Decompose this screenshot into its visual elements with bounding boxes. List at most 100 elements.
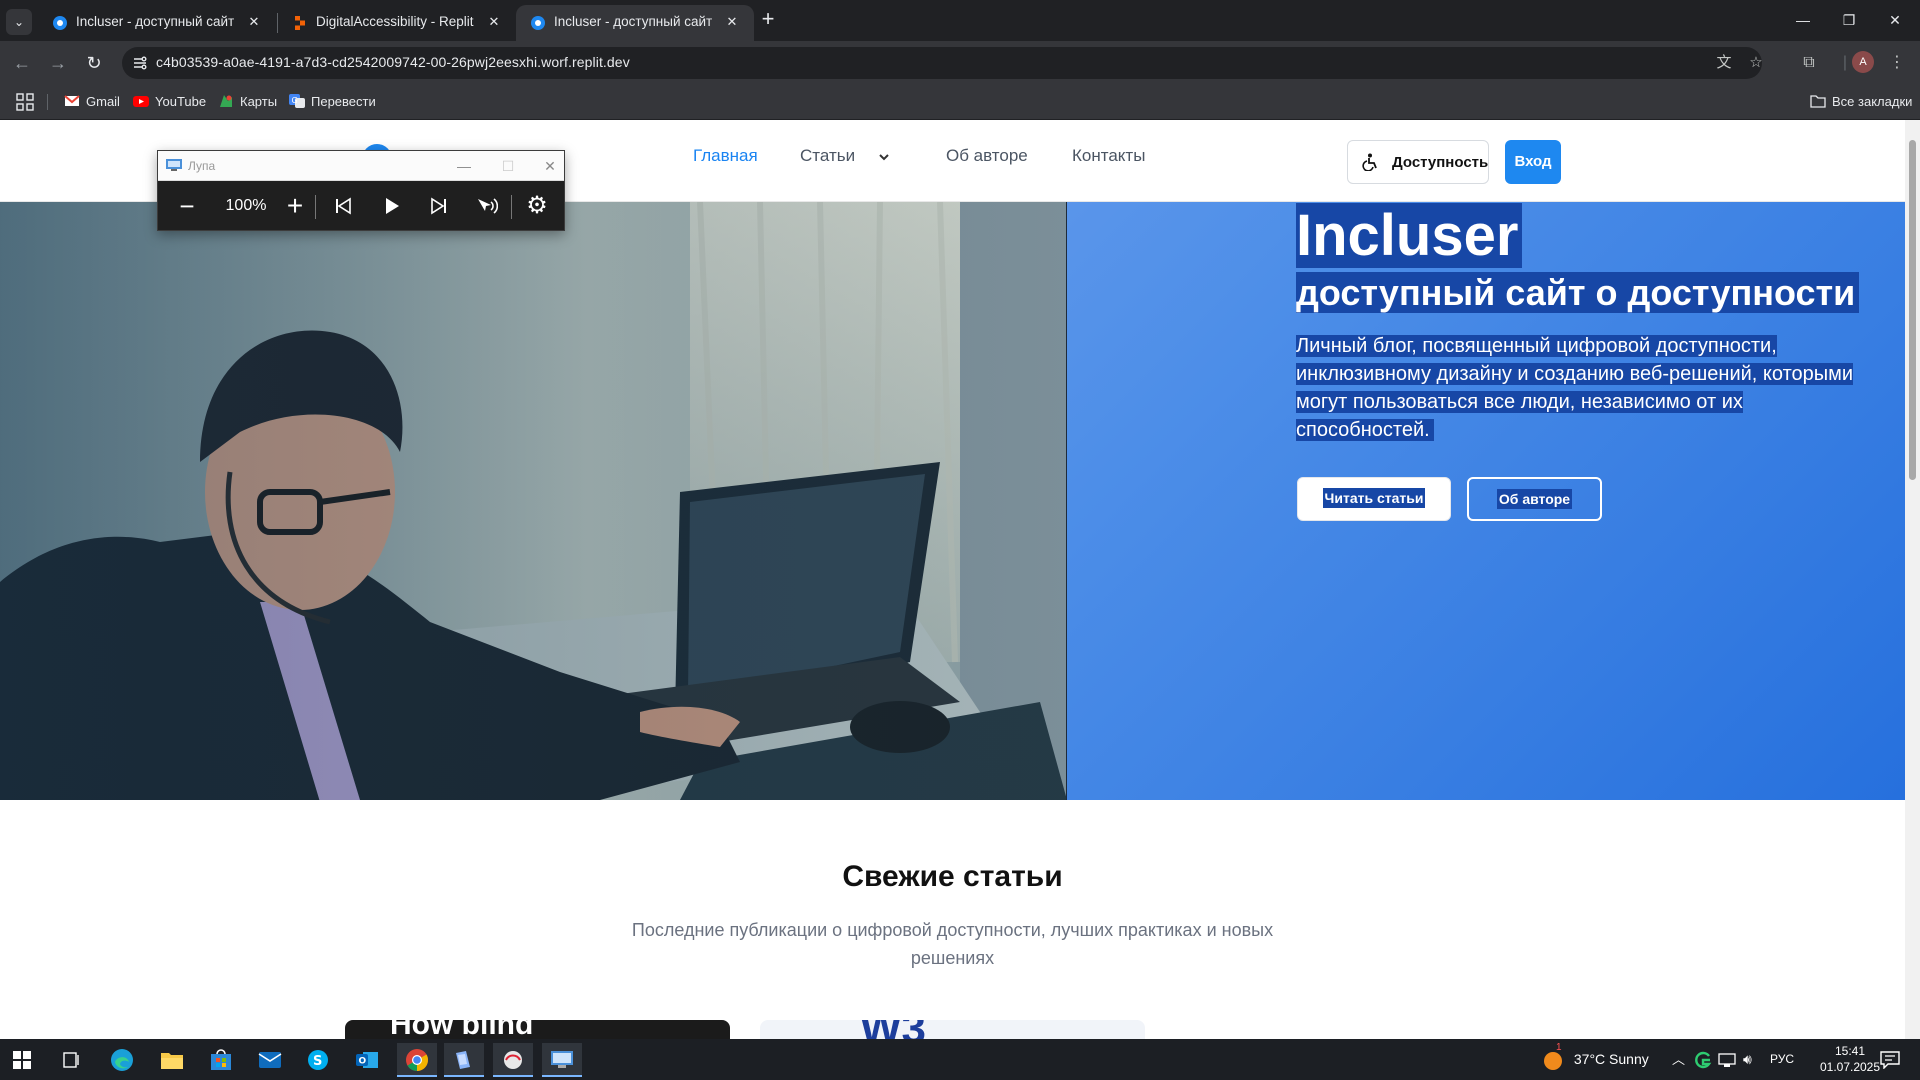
svg-text:G: G — [292, 96, 298, 105]
windows-logo-icon — [13, 1050, 31, 1069]
outlook-icon[interactable]: O — [347, 1043, 387, 1077]
weather-widget[interactable]: 1 37°C Sunny — [1542, 1039, 1649, 1080]
site-favicon-icon — [53, 16, 67, 30]
site-info-icon[interactable] — [132, 55, 148, 71]
translate-icon: G — [289, 94, 305, 108]
weather-text: 37°C Sunny — [1573, 1051, 1649, 1067]
youtube-icon — [133, 96, 149, 107]
all-bookmarks[interactable]: Все закладки — [1810, 93, 1912, 111]
about-author-button[interactable]: Об авторе — [1467, 477, 1602, 521]
scrollbar-thumb[interactable] — [1909, 140, 1916, 480]
browser-toolbar: ← → ↻ c4b03539-a0ae-4191-a7d3-cd25420097… — [0, 41, 1920, 84]
zoom-level: 100% — [225, 197, 267, 214]
gear-icon[interactable]: ⚙ — [522, 189, 552, 223]
browser-tab-strip: ⌄ Incluser - доступный сайт о до ✕ Digit… — [0, 0, 1920, 41]
play-icon[interactable] — [376, 189, 406, 223]
magnifier-taskbar-icon[interactable] — [542, 1043, 582, 1077]
forward-arrow-icon[interactable]: → — [43, 48, 73, 78]
bookmark-label: Gmail — [86, 94, 120, 109]
previous-icon[interactable] — [328, 189, 358, 223]
nav-home[interactable]: Главная — [693, 144, 758, 168]
article-card[interactable]: W3 — [760, 1020, 1145, 1039]
zoom-out-icon[interactable]: − — [172, 189, 202, 223]
chrome-icon[interactable] — [397, 1043, 437, 1077]
close-tab-icon[interactable]: ✕ — [244, 12, 264, 32]
web-page: Главная Статьи Об авторе Контакты Доступ… — [0, 120, 1905, 1039]
magnifier-window[interactable]: Лупа — ☐ ✕ − 100% + ⚙ — [157, 150, 565, 231]
read-articles-button[interactable]: Читать статьи — [1297, 477, 1451, 521]
site-favicon-icon — [531, 16, 545, 30]
language-indicator[interactable]: РУС — [1770, 1039, 1794, 1080]
reload-icon[interactable]: ↻ — [79, 48, 109, 78]
magnifier-titlebar[interactable]: Лупа — ☐ ✕ — [158, 151, 564, 181]
man-at-laptop-photo — [0, 202, 1066, 800]
bookmark-star-icon[interactable]: ☆ — [1746, 53, 1766, 73]
apps-grid-icon[interactable] — [16, 93, 34, 111]
magnifier-app-icon — [166, 159, 182, 171]
window-close-icon[interactable]: ✕ — [1872, 0, 1918, 41]
back-arrow-icon[interactable]: ← — [7, 48, 37, 78]
login-button[interactable]: Вход — [1505, 140, 1561, 184]
bookmark-gmail[interactable]: Gmail — [64, 93, 120, 111]
narrator-icon[interactable] — [444, 1043, 484, 1077]
skype-icon[interactable]: S — [298, 1043, 338, 1077]
tab-search-button[interactable]: ⌄ — [6, 9, 32, 35]
edge-icon[interactable] — [102, 1043, 142, 1077]
close-icon[interactable]: ✕ — [538, 155, 562, 177]
new-tab-button[interactable]: + — [756, 8, 780, 32]
article-card[interactable]: How blind — [345, 1020, 730, 1039]
minimize-icon[interactable]: — — [452, 155, 476, 177]
notifications-icon[interactable] — [1880, 1039, 1900, 1080]
folder-icon — [1810, 95, 1826, 108]
tray-app-icon[interactable] — [1694, 1039, 1712, 1080]
next-icon[interactable] — [424, 189, 454, 223]
restore-icon[interactable]: ❐ — [1826, 0, 1872, 41]
task-view-icon[interactable] — [52, 1043, 92, 1077]
card-image-text: How blind — [390, 1020, 534, 1039]
tab-title: Incluser - доступный сайт о до — [554, 14, 714, 29]
accessibility-button[interactable]: Доступность — [1347, 140, 1489, 184]
store-icon[interactable] — [201, 1043, 241, 1077]
tab-title: DigitalAccessibility - Replit — [316, 14, 474, 29]
address-bar[interactable]: c4b03539-a0ae-4191-a7d3-cd2542009742-00-… — [122, 47, 1763, 79]
browser-tab-3[interactable]: Incluser - доступный сайт о до ✕ — [516, 5, 754, 41]
profile-avatar[interactable]: A — [1852, 51, 1874, 73]
show-hidden-icons-icon[interactable]: ︿ — [1672, 1039, 1685, 1080]
nav-articles[interactable]: Статьи — [800, 144, 855, 168]
file-explorer-icon[interactable] — [152, 1043, 192, 1077]
bookmark-translate[interactable]: G Перевести — [289, 93, 376, 111]
read-articles-label: Читать статьи — [1322, 488, 1426, 508]
mail-icon[interactable] — [250, 1043, 290, 1077]
chevron-down-icon[interactable] — [877, 150, 891, 164]
clock-date: 01.07.2025 — [1819, 1060, 1881, 1074]
browser-tab-2[interactable]: DigitalAccessibility - Replit ✕ — [278, 5, 516, 41]
read-from-here-icon[interactable] — [472, 189, 502, 223]
volume-icon[interactable]: 🔊︎ — [1743, 1039, 1752, 1080]
browser-tab-1[interactable]: Incluser - доступный сайт о до ✕ — [38, 5, 276, 41]
close-tab-icon[interactable]: ✕ — [484, 12, 504, 32]
gmail-icon — [64, 95, 80, 106]
url-text: c4b03539-a0ae-4191-a7d3-cd2542009742-00-… — [156, 54, 630, 70]
nav-about[interactable]: Об авторе — [946, 144, 1028, 168]
hero-photo — [0, 202, 1067, 800]
clock-time: 15:41 — [1834, 1044, 1866, 1058]
close-tab-icon[interactable]: ✕ — [722, 12, 742, 32]
extensions-icon[interactable]: ⧉ — [1798, 52, 1820, 74]
menu-kebab-icon[interactable]: ⋮ — [1886, 52, 1908, 74]
replit-icon — [295, 16, 305, 30]
maps-icon — [220, 95, 232, 107]
network-icon[interactable] — [1718, 1039, 1736, 1080]
translate-icon[interactable]: 文 — [1714, 53, 1734, 73]
clock[interactable]: 15:41 01.07.2025 — [1810, 1043, 1890, 1075]
remote-app-icon[interactable] — [493, 1043, 533, 1077]
toolbar-divider — [315, 195, 316, 219]
start-button[interactable] — [2, 1043, 42, 1077]
hero-description: Личный блог, посвященный цифровой доступ… — [1296, 335, 1854, 441]
minimize-icon[interactable]: — — [1780, 0, 1826, 41]
zoom-in-icon[interactable]: + — [280, 189, 310, 223]
bookmark-maps[interactable]: Карты — [218, 93, 277, 111]
bookmark-divider — [47, 94, 48, 110]
nav-contacts[interactable]: Контакты — [1072, 144, 1145, 168]
bookmark-youtube[interactable]: YouTube — [133, 93, 206, 111]
maximize-icon[interactable]: ☐ — [496, 155, 520, 177]
